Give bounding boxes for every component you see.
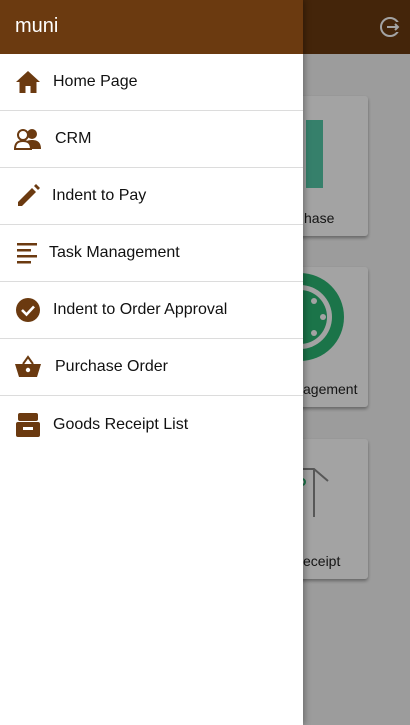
menu-item-label: Goods Receipt List [53, 415, 189, 433]
menu-item-label: Purchase Order [55, 358, 168, 375]
users-icon [14, 125, 42, 153]
navigation-drawer: muni Home Page CRM Indent to Pay Task Ma… [0, 0, 303, 725]
menu-item-goods-receipt-list[interactable]: Goods Receipt List [0, 396, 303, 453]
drawer-title: muni [15, 15, 59, 37]
home-icon [14, 68, 42, 96]
menu-item-purchase-order[interactable]: Purchase Order [0, 339, 303, 396]
pencil-icon [14, 182, 42, 210]
menu-item-indent-to-order-approval[interactable]: Indent to Order Approval [0, 282, 303, 339]
menu-item-label: CRM [55, 130, 92, 147]
menu-item-label: Indent to Order Approval [53, 301, 228, 318]
menu-item-task-management[interactable]: Task Management [0, 225, 303, 282]
menu-item-home-page[interactable]: Home Page [0, 54, 303, 111]
menu-item-label: Task Management [49, 244, 180, 261]
drawer-menu: Home Page CRM Indent to Pay Task Managem… [0, 54, 303, 453]
menu-item-label: Home Page [53, 73, 138, 90]
basket-icon [14, 353, 42, 381]
menu-item-crm[interactable]: CRM [0, 111, 303, 168]
menu-item-indent-to-pay[interactable]: Indent to Pay [0, 168, 303, 225]
list-icon [14, 239, 42, 267]
archive-box-icon [14, 411, 42, 439]
check-circle-icon [14, 296, 42, 324]
menu-item-label: Indent to Pay [52, 187, 147, 204]
drawer-header: muni [0, 0, 303, 54]
